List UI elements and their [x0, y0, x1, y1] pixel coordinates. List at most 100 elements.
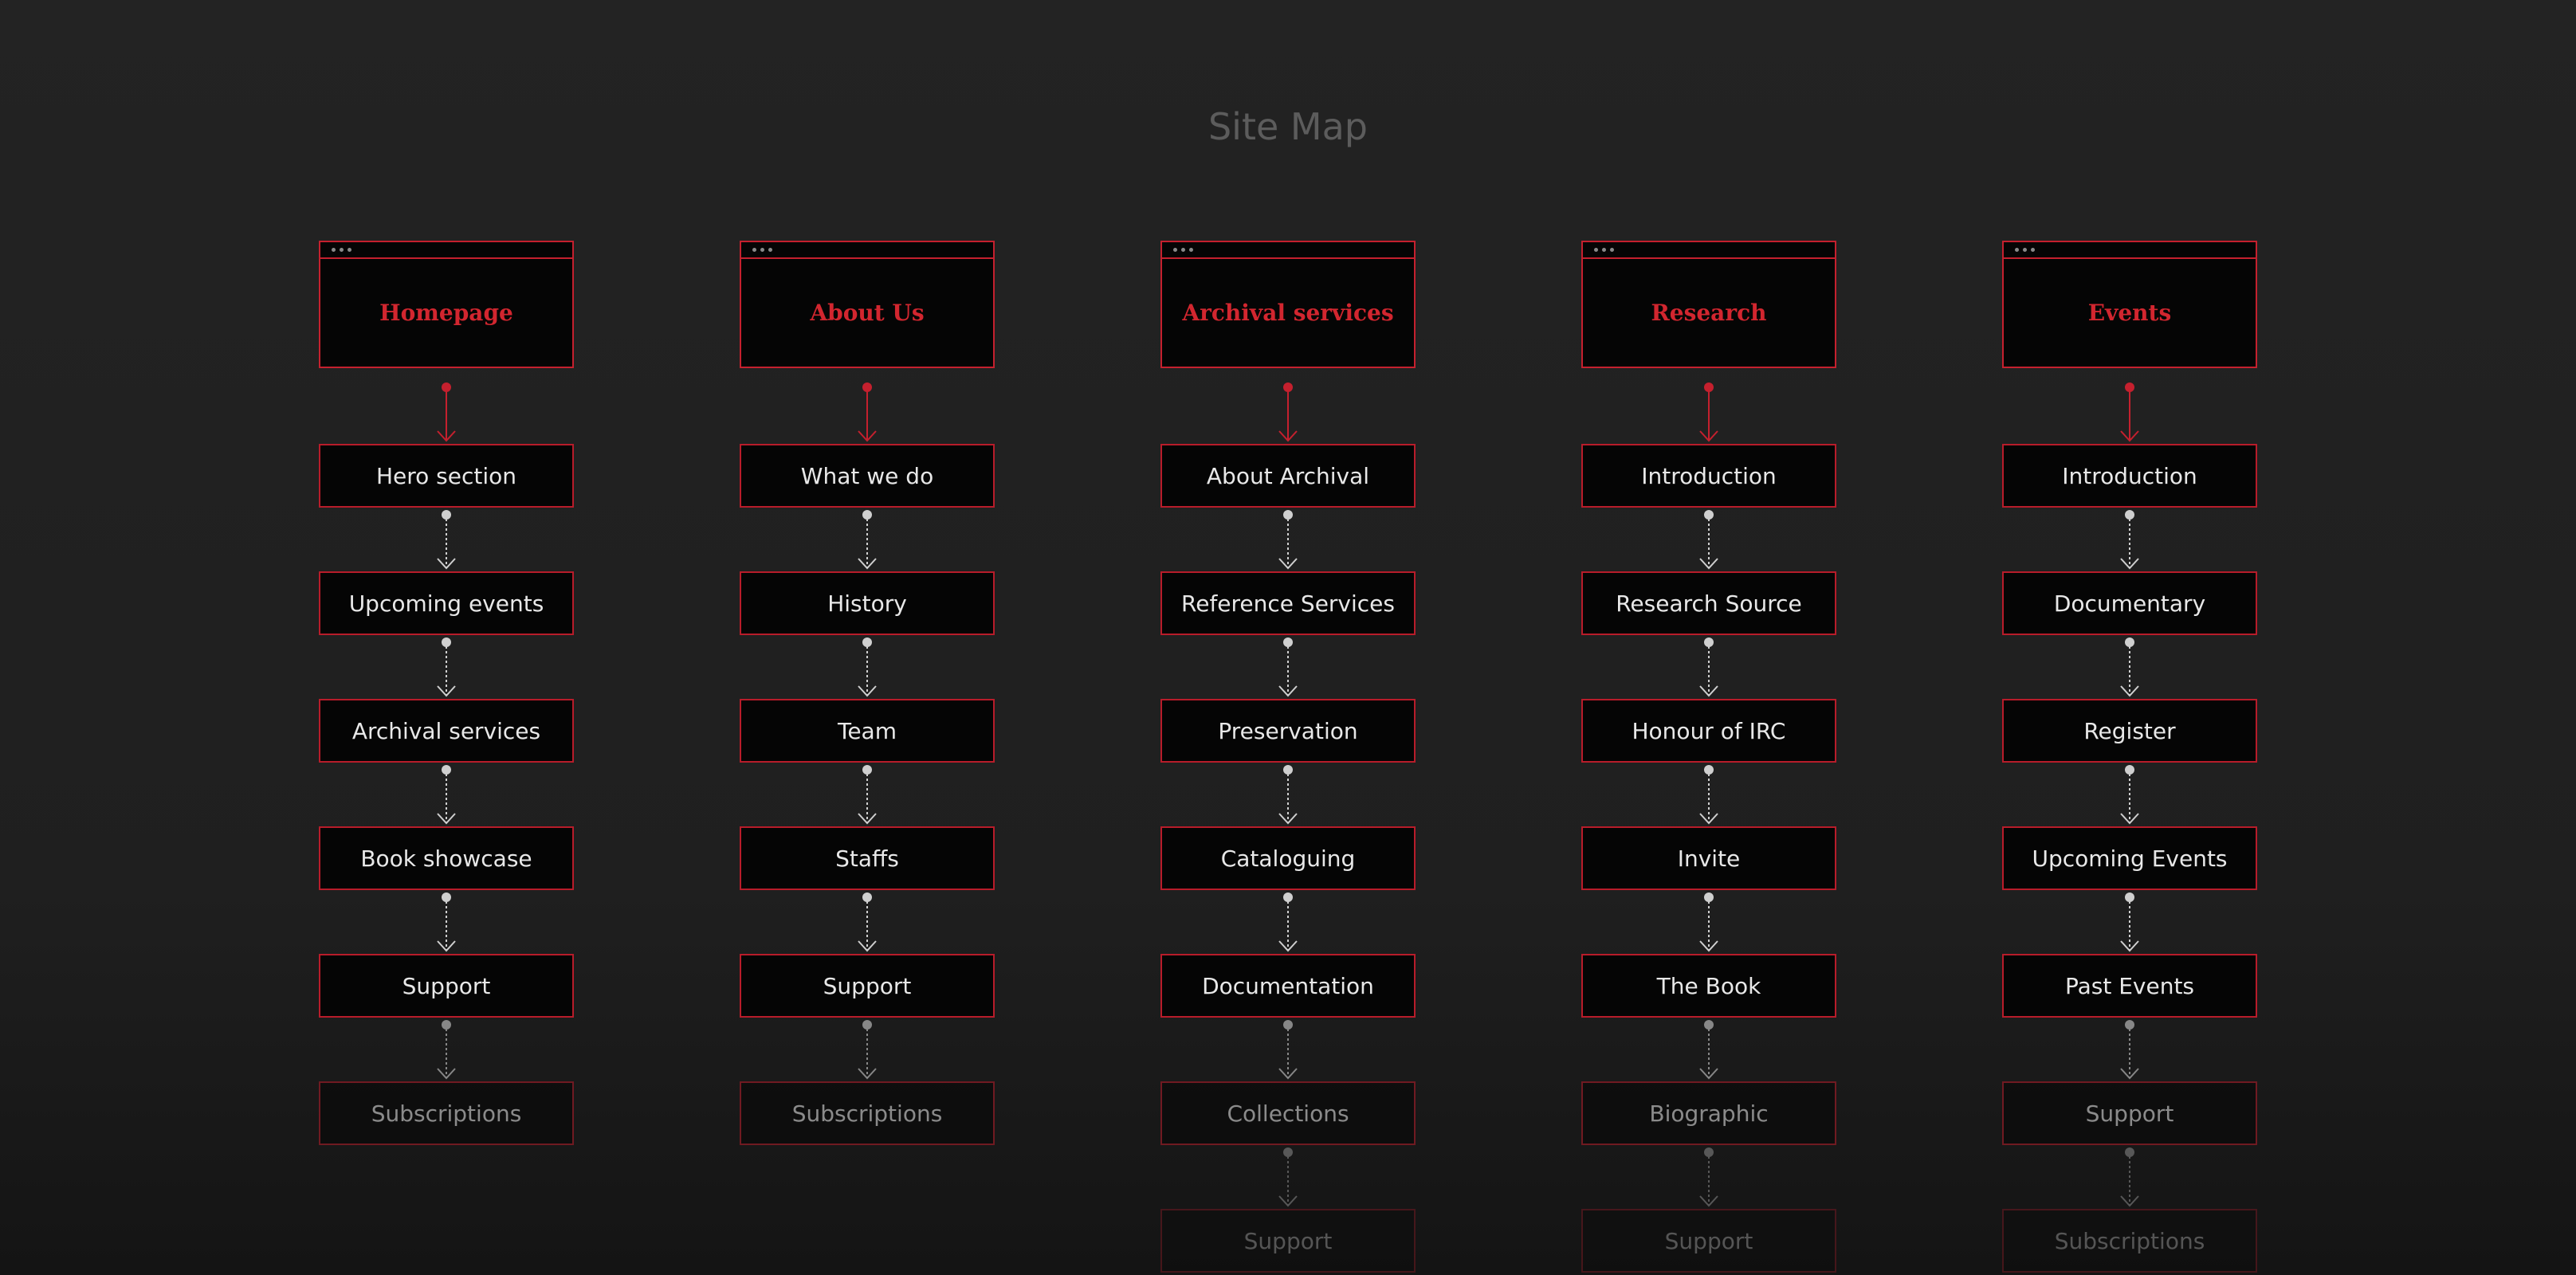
- window-dot: [1594, 248, 1598, 252]
- window-dot: [2031, 248, 2035, 252]
- dashed-arrow-down-icon: [2120, 638, 2139, 697]
- window-dot: [340, 248, 344, 252]
- sitemap-column: Events Introduction Documentary Register Upc…: [2002, 0, 2257, 1275]
- sitemap-node[interactable]: The Book: [1581, 954, 1836, 1018]
- window-dot: [2015, 248, 2019, 252]
- dashed-arrow-down-icon: [1278, 1148, 1298, 1207]
- page-header-card[interactable]: Research: [1581, 241, 1836, 368]
- sitemap-node[interactable]: About Archival: [1160, 444, 1416, 508]
- sitemap-node[interactable]: Collections: [1160, 1081, 1416, 1145]
- dashed-arrow-down-icon: [1278, 510, 1298, 570]
- arrow-down-icon: [1699, 382, 1718, 442]
- sitemap-column: Research Introduction Research Source Honou…: [1581, 0, 1836, 1275]
- sitemap-node[interactable]: Staffs: [740, 826, 995, 890]
- dashed-arrow-down-icon: [1699, 892, 1718, 952]
- sitemap-column: Archival services About Archival Reference…: [1160, 0, 1416, 1275]
- arrow-down-icon: [2120, 382, 2139, 442]
- dashed-arrow-down-icon: [858, 892, 877, 952]
- sitemap-node[interactable]: Documentary: [2002, 571, 2257, 635]
- sitemap-node[interactable]: What we do: [740, 444, 995, 508]
- sitemap-node[interactable]: Upcoming Events: [2002, 826, 2257, 890]
- column-title: Events: [2087, 300, 2172, 326]
- window-dot: [1181, 248, 1185, 252]
- dashed-arrow-down-icon: [858, 765, 877, 825]
- sitemap-node[interactable]: Subscriptions: [2002, 1209, 2257, 1273]
- sitemap-node[interactable]: Preservation: [1160, 699, 1416, 763]
- dashed-arrow-down-icon: [1699, 765, 1718, 825]
- dashed-arrow-down-icon: [437, 765, 456, 825]
- window-dots-icon: [1173, 248, 1193, 252]
- sitemap-node[interactable]: Biographic: [1581, 1081, 1836, 1145]
- sitemap-node[interactable]: Support: [740, 954, 995, 1018]
- dashed-arrow-down-icon: [437, 510, 456, 570]
- dashed-arrow-down-icon: [858, 1020, 877, 1080]
- sitemap-node[interactable]: Cataloguing: [1160, 826, 1416, 890]
- arrow-down-icon: [437, 382, 456, 442]
- page-header-card[interactable]: Homepage: [319, 241, 574, 368]
- sitemap-node[interactable]: Support: [1581, 1209, 1836, 1273]
- window-dots-icon: [752, 248, 772, 252]
- dashed-arrow-down-icon: [2120, 1148, 2139, 1207]
- sitemap-column: About Us What we do History Team Staffs Suppo…: [740, 0, 995, 1275]
- sitemap-node[interactable]: Research Source: [1581, 571, 1836, 635]
- dashed-arrow-down-icon: [2120, 1020, 2139, 1080]
- sitemap-node[interactable]: Reference Services: [1160, 571, 1416, 635]
- sitemap-node[interactable]: Support: [1160, 1209, 1416, 1273]
- window-dots-icon: [332, 248, 351, 252]
- window-dot: [1189, 248, 1193, 252]
- sitemap-node[interactable]: Subscriptions: [319, 1081, 574, 1145]
- dashed-arrow-down-icon: [2120, 510, 2139, 570]
- sitemap-column: Homepage Hero section Upcoming events Archi…: [319, 0, 574, 1275]
- window-dot: [768, 248, 772, 252]
- arrow-down-icon: [1278, 382, 1298, 442]
- dashed-arrow-down-icon: [1278, 638, 1298, 697]
- sitemap-node[interactable]: Archival services: [319, 699, 574, 763]
- arrow-down-icon: [858, 382, 877, 442]
- window-dot: [348, 248, 351, 252]
- window-title-bar: [741, 242, 993, 259]
- dashed-arrow-down-icon: [1699, 1148, 1718, 1207]
- sitemap-node[interactable]: Subscriptions: [740, 1081, 995, 1145]
- sitemap-node[interactable]: Team: [740, 699, 995, 763]
- dashed-arrow-down-icon: [1278, 1020, 1298, 1080]
- dashed-arrow-down-icon: [1699, 638, 1718, 697]
- sitemap-node[interactable]: Invite: [1581, 826, 1836, 890]
- window-dots-icon: [2015, 248, 2035, 252]
- dashed-arrow-down-icon: [1699, 1020, 1718, 1080]
- sitemap-node[interactable]: Past Events: [2002, 954, 2257, 1018]
- page-header-card[interactable]: Archival services: [1160, 241, 1416, 368]
- sitemap-node[interactable]: Honour of IRC: [1581, 699, 1836, 763]
- dashed-arrow-down-icon: [1699, 510, 1718, 570]
- window-title-bar: [320, 242, 572, 259]
- dashed-arrow-down-icon: [1278, 892, 1298, 952]
- sitemap-node[interactable]: History: [740, 571, 995, 635]
- window-title-bar: [1583, 242, 1835, 259]
- dashed-arrow-down-icon: [437, 892, 456, 952]
- page-header-card[interactable]: About Us: [740, 241, 995, 368]
- dashed-arrow-down-icon: [1278, 765, 1298, 825]
- sitemap-node[interactable]: Introduction: [2002, 444, 2257, 508]
- sitemap-node[interactable]: Support: [2002, 1081, 2257, 1145]
- window-dot: [760, 248, 764, 252]
- page-header-card[interactable]: Events: [2002, 241, 2257, 368]
- column-title: Homepage: [379, 300, 513, 326]
- dashed-arrow-down-icon: [2120, 765, 2139, 825]
- window-title-bar: [2004, 242, 2256, 259]
- sitemap-node[interactable]: Support: [319, 954, 574, 1018]
- sitemap-node[interactable]: Documentation: [1160, 954, 1416, 1018]
- dashed-arrow-down-icon: [437, 638, 456, 697]
- column-title: Archival services: [1182, 300, 1394, 326]
- window-dots-icon: [1594, 248, 1614, 252]
- sitemap-node[interactable]: Register: [2002, 699, 2257, 763]
- column-title: About Us: [810, 300, 925, 326]
- site-map-diagram: Homepage Hero section Upcoming events Archi…: [0, 0, 2576, 1275]
- sitemap-node[interactable]: Hero section: [319, 444, 574, 508]
- sitemap-node[interactable]: Book showcase: [319, 826, 574, 890]
- sitemap-node[interactable]: Upcoming events: [319, 571, 574, 635]
- column-title: Research: [1651, 300, 1767, 326]
- window-dot: [1610, 248, 1614, 252]
- sitemap-node[interactable]: Introduction: [1581, 444, 1836, 508]
- dashed-arrow-down-icon: [2120, 892, 2139, 952]
- window-dot: [752, 248, 756, 252]
- dashed-arrow-down-icon: [437, 1020, 456, 1080]
